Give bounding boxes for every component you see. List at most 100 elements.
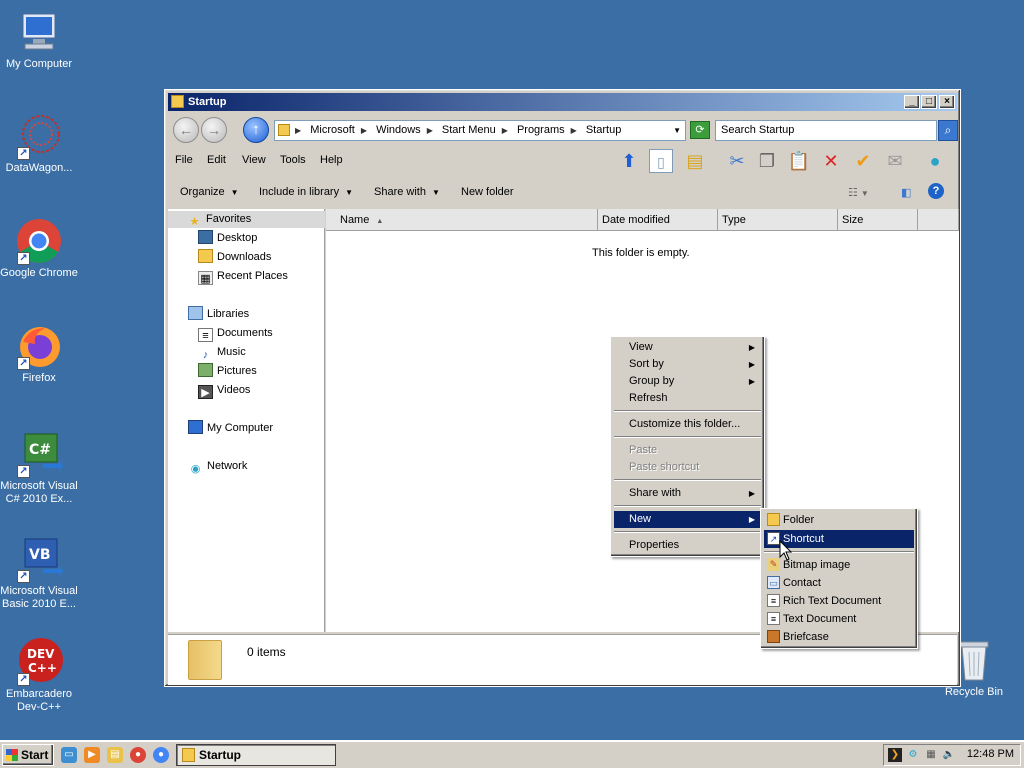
menu-tools[interactable]: Tools <box>280 154 306 166</box>
nav-videos[interactable]: ▶ Videos <box>198 382 250 399</box>
quick-launch-media-player-icon[interactable]: ▶ <box>84 747 100 763</box>
checkmark-icon[interactable]: ✔ <box>851 149 875 173</box>
column-header-date-modified[interactable]: Date modified <box>598 209 718 231</box>
organize-button[interactable]: Organize ▼ <box>180 186 239 198</box>
nav-desktop[interactable]: Desktop <box>198 230 257 247</box>
ctx-sort-by[interactable]: Sort by ▶ <box>614 356 761 373</box>
column-header-type[interactable]: Type <box>718 209 838 231</box>
address-dropdown-icon[interactable]: ▼ <box>673 121 681 140</box>
address-bar[interactable]: ▶ Microsoft ▶ Windows ▶ Start Menu ▶ Progra… <box>274 120 686 141</box>
new-contact-item[interactable]: ▭ Contact <box>764 574 914 592</box>
column-header-name[interactable]: Name ▲ <box>326 209 598 231</box>
volume-icon[interactable]: 🔈 <box>942 748 956 762</box>
close-button[interactable]: × <box>939 95 955 109</box>
breadcrumb-start-menu[interactable]: Start Menu <box>442 124 496 136</box>
up-folder-icon[interactable]: ⬆ <box>617 149 641 173</box>
breadcrumb-microsoft[interactable]: Microsoft <box>310 124 355 136</box>
nav-downloads[interactable]: Downloads <box>198 249 271 266</box>
taskbar-button-startup[interactable]: Startup <box>176 744 336 766</box>
ctx-view[interactable]: View ▶ <box>614 339 761 356</box>
delete-icon[interactable]: ✕ <box>819 149 843 173</box>
chevron-right-icon[interactable]: ▶ <box>502 126 508 135</box>
search-input[interactable]: Search Startup <box>715 120 937 141</box>
tray-app-icon[interactable]: ⚙ <box>906 748 920 762</box>
menu-separator <box>614 410 761 412</box>
nav-recent-places[interactable]: ▦ Recent Places <box>198 268 288 285</box>
quick-launch-explorer-icon[interactable]: ▤ <box>107 747 123 763</box>
share-with-button[interactable]: Share with ▼ <box>374 186 440 198</box>
new-rtf-item[interactable]: ≡ Rich Text Document <box>764 592 914 610</box>
nav-music[interactable]: ♪ Music <box>198 344 246 361</box>
clock[interactable]: 12:48 PM <box>967 748 1014 760</box>
chevron-right-icon[interactable]: ▶ <box>571 126 577 135</box>
ctx-properties[interactable]: Properties <box>614 537 761 554</box>
desktop-icon-firefox[interactable]: ↗ Firefox <box>0 322 78 385</box>
datawagon-icon: ↗ <box>15 112 63 160</box>
email-icon[interactable]: ✉ <box>883 149 907 173</box>
maximize-button[interactable]: □ <box>921 95 937 109</box>
desktop-icon-my-computer[interactable]: My Computer <box>0 8 78 71</box>
folder-icon <box>171 95 184 108</box>
up-button[interactable]: ↑ <box>243 117 269 143</box>
menu-view[interactable]: View <box>242 154 266 166</box>
nav-network[interactable]: ◉ Network <box>188 458 248 475</box>
chevron-right-icon[interactable]: ▶ <box>361 126 367 135</box>
network-icon[interactable]: ▦ <box>924 748 938 762</box>
new-folder-button[interactable]: New folder <box>461 186 514 198</box>
desktop-icon-devcpp[interactable]: DEV C++ ↗ Embarcadero Dev-C++ <box>0 638 78 714</box>
preview-pane-icon[interactable]: ◧ <box>901 186 911 199</box>
desktop-icon-label: My Computer <box>5 58 73 70</box>
menu-edit[interactable]: Edit <box>207 154 226 166</box>
mouse-cursor-icon <box>779 540 793 561</box>
music-icon: ♪ <box>202 349 209 361</box>
menu-file[interactable]: File <box>175 154 193 166</box>
tray-expand-icon[interactable]: ❯ <box>888 748 902 762</box>
refresh-button[interactable]: ⟳ <box>690 121 710 139</box>
ctx-refresh[interactable]: Refresh <box>614 390 761 407</box>
paste-icon[interactable]: 📋 <box>787 149 811 173</box>
forward-button[interactable]: → <box>201 117 227 143</box>
ctx-share-with[interactable]: Share with ▶ <box>614 485 761 502</box>
nav-pictures[interactable]: Pictures <box>198 363 257 380</box>
column-header-size[interactable]: Size <box>838 209 918 231</box>
ctx-customize-folder[interactable]: Customize this folder... <box>614 416 761 433</box>
ctx-new[interactable]: New ▶ <box>614 511 761 528</box>
toolbar: ⬆ ▯ ▤ ✂ ❐ 📋 ✕ ✔ ✉ ● <box>615 147 955 177</box>
title-bar[interactable]: Startup _ □ × <box>168 93 957 111</box>
quick-launch-chrome-icon[interactable]: ● <box>130 747 146 763</box>
new-briefcase-item[interactable]: Briefcase <box>764 628 914 646</box>
search-icon[interactable]: ⌕ <box>938 120 958 141</box>
folders-pane-icon[interactable]: ▯ <box>649 149 673 173</box>
chevron-right-icon[interactable]: ▶ <box>427 126 433 135</box>
desktop-icon-datawagon[interactable]: ↗ DataWagon... <box>0 112 78 175</box>
cut-icon[interactable]: ✂ <box>725 149 749 173</box>
breadcrumb-startup[interactable]: Startup <box>586 124 621 136</box>
copy-icon[interactable]: ❐ <box>755 149 779 173</box>
ctx-group-by[interactable]: Group by ▶ <box>614 373 761 390</box>
new-text-item[interactable]: ≡ Text Document <box>764 610 914 628</box>
videos-icon: ▶ <box>198 385 213 399</box>
breadcrumb-windows[interactable]: Windows <box>376 124 421 136</box>
desktop-icon-chrome[interactable]: ↗ Google Chrome <box>0 217 78 280</box>
nav-my-computer[interactable]: My Computer <box>188 420 273 437</box>
desktop-icon-visual-basic[interactable]: VB ↗ Microsoft Visual Basic 2010 E... <box>0 535 78 611</box>
contact-icon: ▭ <box>767 576 780 589</box>
view-options-icon[interactable]: ☷ ▼ <box>848 186 869 199</box>
new-folder-item[interactable]: Folder <box>764 511 914 529</box>
globe-icon[interactable]: ● <box>923 149 947 173</box>
nav-documents[interactable]: ≡ Documents <box>198 325 273 342</box>
minimize-button[interactable]: _ <box>904 95 920 109</box>
desktop-icon-visual-csharp[interactable]: C# ↗ Microsoft Visual C# 2010 Ex... <box>0 430 78 506</box>
breadcrumb-programs[interactable]: Programs <box>517 124 565 136</box>
include-in-library-button[interactable]: Include in library ▼ <box>259 186 353 198</box>
nav-favorites[interactable]: ★ Favorites <box>168 211 325 228</box>
nav-libraries[interactable]: Libraries <box>188 306 249 323</box>
start-button[interactable]: Start <box>2 744 54 766</box>
back-button[interactable]: ← <box>173 117 199 143</box>
quick-launch-show-desktop-icon[interactable]: ▭ <box>61 747 77 763</box>
help-icon[interactable]: ? <box>928 183 944 199</box>
quick-launch-chrome-icon-2[interactable]: ● <box>153 747 169 763</box>
menu-help[interactable]: Help <box>320 154 343 166</box>
desktop-icon-label: Microsoft Visual Basic 2010 E... <box>0 585 78 610</box>
folder-options-icon[interactable]: ▤ <box>683 149 707 173</box>
